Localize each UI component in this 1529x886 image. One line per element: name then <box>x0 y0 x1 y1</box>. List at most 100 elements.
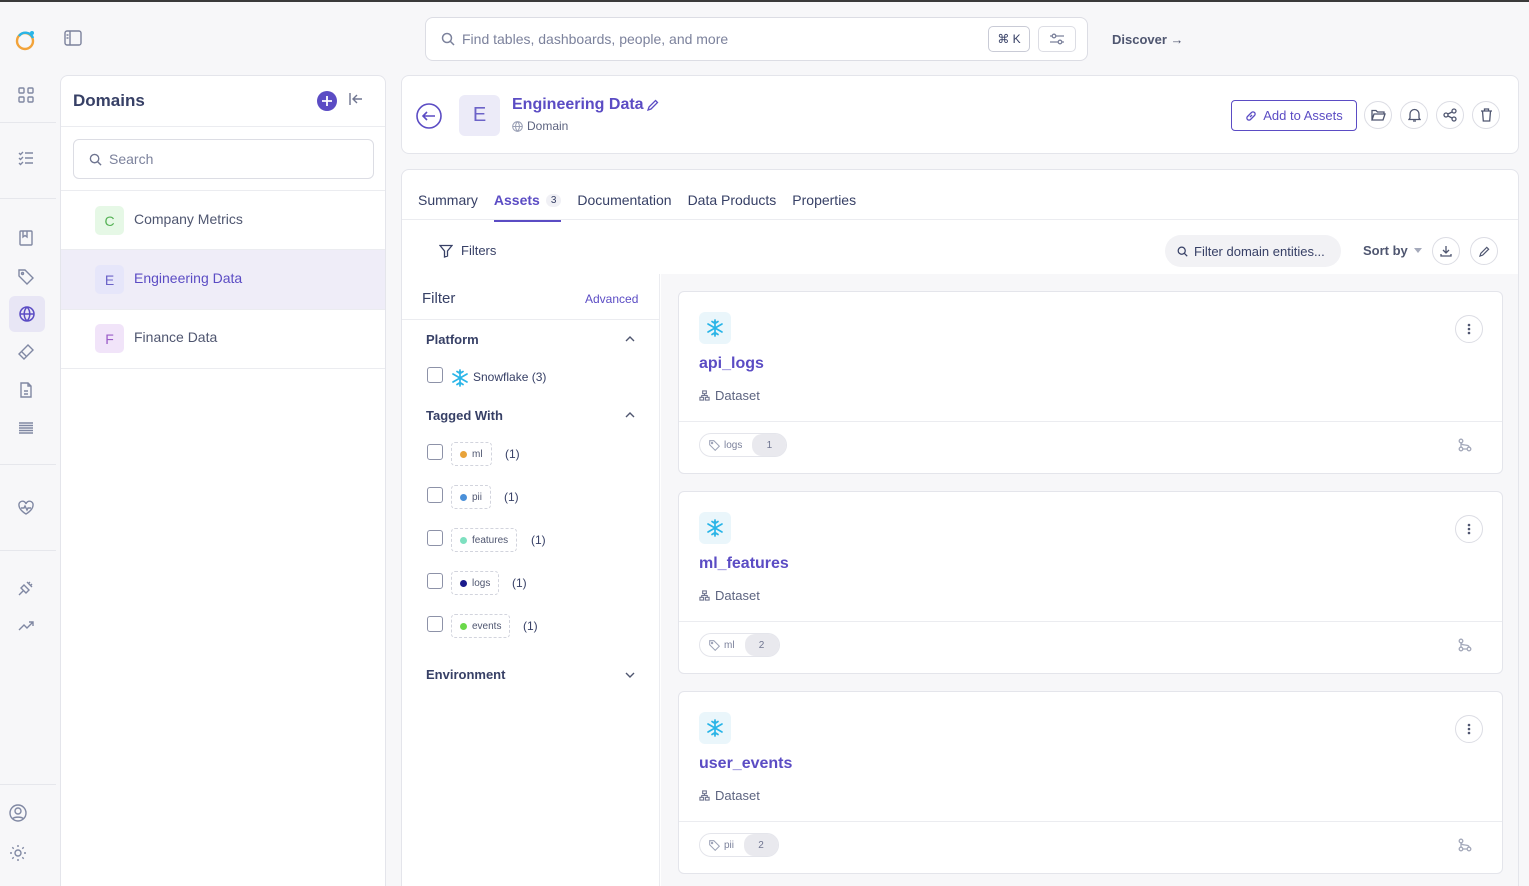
keyboard-shortcut-badge: ⌘ K <box>988 26 1030 52</box>
asset-tag-label: pii <box>724 839 735 851</box>
add-domain-button[interactable] <box>317 91 337 111</box>
search-input[interactable]: Find tables, dashboards, people, and mor… <box>462 31 728 47</box>
asset-card[interactable]: api_logs Dataset logs 1 <box>678 291 1503 474</box>
add-to-assets-label: Add to Assets <box>1263 108 1343 123</box>
tab-properties[interactable]: Properties <box>792 192 856 222</box>
asset-type: Dataset <box>699 788 760 803</box>
download-icon[interactable] <box>1432 237 1460 265</box>
tag-pill-ml: ml <box>451 442 492 466</box>
delete-trash-icon[interactable] <box>1472 101 1500 129</box>
folder-open-icon[interactable] <box>1364 101 1392 129</box>
platform-section-title[interactable]: Platform <box>426 332 479 347</box>
globe-icon <box>512 120 523 132</box>
data-products-icon[interactable] <box>14 340 38 364</box>
domains-globe-icon[interactable] <box>9 296 45 332</box>
asset-name-link[interactable]: ml_features <box>699 555 789 573</box>
domain-content-card: Summary Assets 3 Documentation Data Produ… <box>401 169 1519 886</box>
tag-icon[interactable] <box>14 265 38 289</box>
more-options-icon[interactable] <box>1455 315 1483 343</box>
back-arrow-icon[interactable] <box>416 103 442 129</box>
analytics-trend-icon[interactable] <box>14 613 38 637</box>
search-icon <box>89 153 102 166</box>
asset-tag[interactable]: pii 2 <box>699 833 780 857</box>
domain-letter-avatar: E <box>95 265 124 294</box>
domain-item-label: Company Metrics <box>134 211 243 227</box>
tag-checkbox-events[interactable] <box>427 616 443 632</box>
left-nav <box>0 2 56 886</box>
asset-tag[interactable]: logs 1 <box>699 433 788 457</box>
domain-search-input[interactable]: Search <box>73 139 374 179</box>
tag-checkbox-pii[interactable] <box>427 487 443 503</box>
share-icon[interactable] <box>1436 101 1464 129</box>
tag-icon <box>709 639 720 651</box>
ingestion-plug-icon[interactable] <box>14 576 38 600</box>
chevron-down-icon[interactable] <box>625 672 635 678</box>
asset-tag-label: ml <box>724 639 735 651</box>
list-icon[interactable] <box>14 416 38 440</box>
sort-by-dropdown[interactable]: Sort by <box>1363 243 1422 258</box>
entity-type-label: Domain <box>527 119 569 133</box>
dataset-icon <box>699 390 710 401</box>
search-filters-button[interactable] <box>1038 26 1076 52</box>
discover-link[interactable]: Discover → <box>1112 32 1184 47</box>
dataset-icon <box>699 590 710 601</box>
platform-checkbox-snowflake[interactable] <box>427 367 443 383</box>
domain-item-label: Engineering Data <box>134 270 243 286</box>
domain-letter-avatar: F <box>95 324 124 353</box>
tag-icon <box>709 439 720 451</box>
tab-documentation[interactable]: Documentation <box>577 192 671 222</box>
tag-pill-logs: logs <box>451 571 500 595</box>
home-grid-icon[interactable] <box>14 83 38 107</box>
filter-domain-entities-input[interactable]: Filter domain entities... <box>1165 235 1341 267</box>
lineage-icon[interactable] <box>1458 638 1472 652</box>
notification-bell-icon[interactable] <box>1400 101 1428 129</box>
tag-count: (1) <box>523 619 538 633</box>
domain-item-company-metrics[interactable]: C Company Metrics <box>61 191 385 250</box>
edit-name-pencil-icon[interactable] <box>647 99 659 111</box>
more-options-icon[interactable] <box>1455 515 1483 543</box>
tab-summary[interactable]: Summary <box>418 192 478 222</box>
chevron-up-icon[interactable] <box>625 336 635 342</box>
tag-icon <box>709 839 720 851</box>
glossary-book-icon[interactable] <box>14 226 38 250</box>
tag-pill-features: features <box>451 528 518 552</box>
add-to-assets-button[interactable]: Add to Assets <box>1231 100 1357 131</box>
tag-checkbox-features[interactable] <box>427 530 443 546</box>
collapse-panel-icon[interactable] <box>349 92 365 106</box>
asset-type-label: Dataset <box>715 588 760 603</box>
chevron-up-icon[interactable] <box>625 412 635 418</box>
tag-checkbox-logs[interactable] <box>427 573 443 589</box>
filters-toggle-button[interactable]: Filters <box>439 243 496 258</box>
user-avatar-icon[interactable] <box>6 801 30 825</box>
asset-tag[interactable]: ml 2 <box>699 633 780 657</box>
domain-item-finance-data[interactable]: F Finance Data <box>61 309 385 368</box>
tab-label: Summary <box>418 192 478 208</box>
tab-assets[interactable]: Assets 3 <box>493 192 562 222</box>
platform-option-label: Snowflake (3) <box>473 370 547 384</box>
domain-item-engineering-data[interactable]: E Engineering Data <box>61 250 385 309</box>
asset-card[interactable]: user_events Dataset pii 2 <box>678 691 1503 874</box>
settings-gear-icon[interactable] <box>6 841 30 865</box>
tab-data-products[interactable]: Data Products <box>688 192 777 222</box>
tag-checkbox-ml[interactable] <box>427 444 443 460</box>
health-heart-icon[interactable] <box>14 496 38 520</box>
advanced-filter-link[interactable]: Advanced <box>585 292 638 306</box>
asset-name-link[interactable]: api_logs <box>699 355 764 373</box>
edit-pencil-icon[interactable] <box>1470 237 1498 265</box>
tasks-icon[interactable] <box>14 146 38 170</box>
document-icon[interactable] <box>14 378 38 402</box>
dataset-icon <box>699 790 710 801</box>
tag-count: (1) <box>504 490 519 504</box>
asset-name-link[interactable]: user_events <box>699 755 792 773</box>
global-search-bar[interactable]: Find tables, dashboards, people, and mor… <box>425 17 1088 61</box>
tag-pill-events: events <box>451 614 511 638</box>
sidebar-toggle-icon[interactable] <box>64 30 82 46</box>
lineage-icon[interactable] <box>1458 438 1472 452</box>
more-options-icon[interactable] <box>1455 715 1483 743</box>
logo-icon[interactable] <box>14 28 38 52</box>
asset-card[interactable]: ml_features Dataset ml 2 <box>678 491 1503 674</box>
asset-tag-count: 2 <box>744 634 779 656</box>
environment-section-title[interactable]: Environment <box>426 667 505 682</box>
lineage-icon[interactable] <box>1458 838 1472 852</box>
tagged-with-section-title[interactable]: Tagged With <box>426 408 503 423</box>
